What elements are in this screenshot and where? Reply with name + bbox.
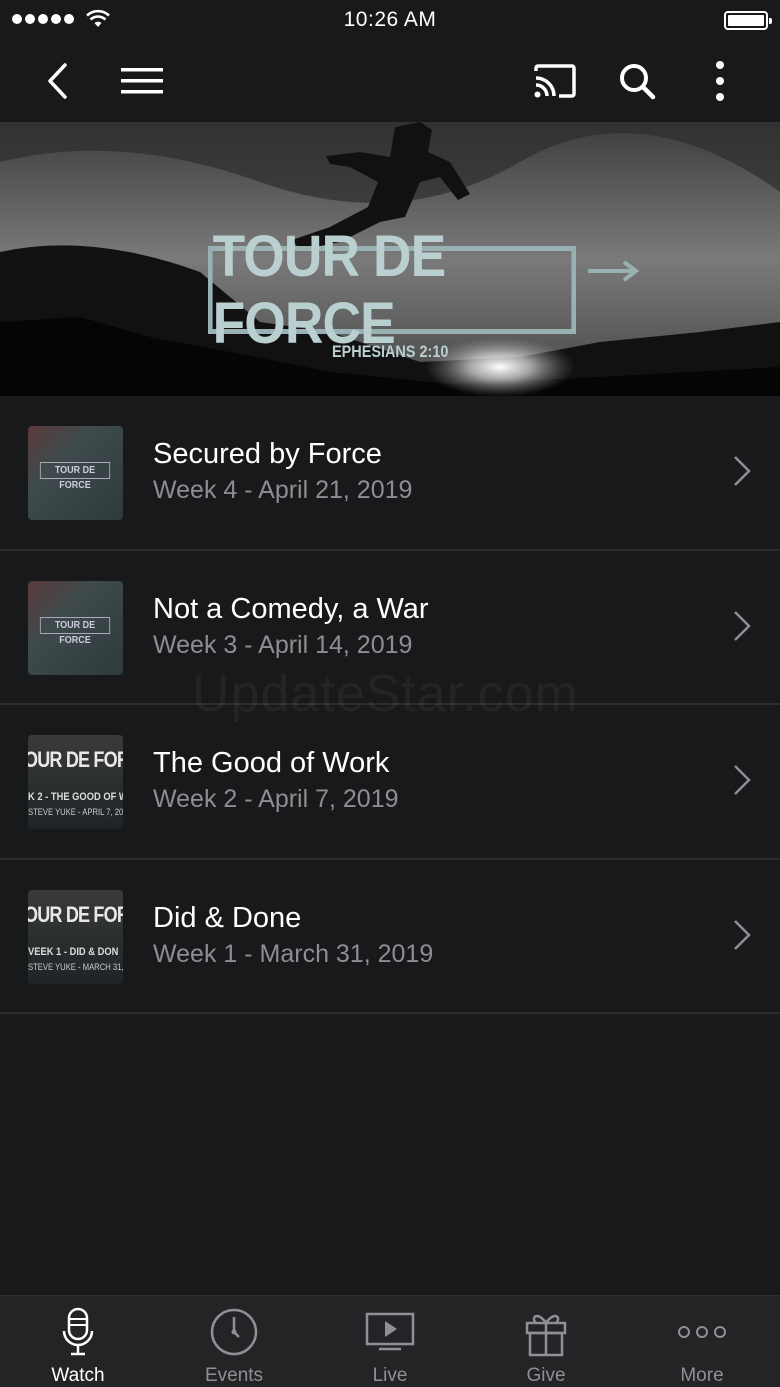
thumbnail-title: TOUR DE FORCE — [39, 462, 111, 491]
menu-button[interactable] — [117, 56, 167, 106]
thumbnail-line: VEEK 1 - DID & DON — [28, 945, 119, 958]
tab-live[interactable]: Live — [312, 1296, 468, 1387]
sermon-thumbnail: TOUR DE FORCE — [28, 580, 123, 675]
watermark: UpdateStar.com — [192, 665, 579, 723]
chevron-right-icon — [734, 610, 751, 641]
tab-label: Events — [204, 1365, 264, 1386]
status-bar: 10:26 AM — [0, 0, 780, 40]
banner-verse: EPHESIANS 2:10 — [332, 342, 449, 361]
tab-label: More — [680, 1365, 724, 1386]
sermon-title: Secured by Force — [153, 438, 382, 470]
thumbnail-line: STEVE YUKE - MARCH 31, 201 — [28, 961, 123, 972]
thumbnail-title: TOUR DE FORCE — [39, 616, 111, 646]
list-item[interactable]: OUR DE FORC K 2 - THE GOOD OF W STEVE YU… — [0, 705, 780, 860]
nav-bar — [0, 40, 780, 122]
sermon-thumbnail: OUR DE FORC K 2 - THE GOOD OF W STEVE YU… — [28, 735, 123, 829]
more-dots-icon — [678, 1325, 726, 1338]
tab-watch[interactable]: Watch — [0, 1296, 156, 1387]
cast-button[interactable] — [530, 56, 580, 106]
back-button[interactable] — [32, 56, 82, 106]
tab-label: Live — [372, 1365, 408, 1386]
chevron-right-icon — [734, 456, 751, 486]
vertical-ellipsis-icon — [716, 61, 724, 101]
microphone-icon — [62, 1307, 94, 1355]
tab-bar: Watch Events Live Give More — [0, 1295, 780, 1387]
tab-more[interactable]: More — [624, 1296, 780, 1387]
sermon-title: The Good of Work — [153, 747, 390, 779]
clock-icon — [210, 1308, 258, 1355]
sermon-date: Week 3 - April 14, 2019 — [153, 630, 413, 659]
sermon-date: Week 1 - March 31, 2019 — [153, 939, 434, 968]
more-options-button[interactable] — [695, 56, 745, 106]
cast-icon — [534, 64, 576, 98]
battery-icon — [724, 11, 772, 30]
play-screen-icon — [365, 1312, 415, 1350]
list-item[interactable]: TOUR DE FORCE Secured by Force Week 4 - … — [0, 396, 780, 551]
chevron-left-icon — [48, 63, 67, 99]
sermon-thumbnail: TOUR DE FORCE — [28, 426, 123, 520]
hamburger-icon — [121, 68, 163, 94]
banner-title: TOUR DE FORCE — [208, 224, 576, 356]
thumbnail-title: OUR DE FORC — [28, 747, 123, 772]
sermon-date: Week 2 - April 7, 2019 — [153, 785, 399, 813]
tab-label: Give — [526, 1365, 566, 1386]
arrow-icon — [588, 260, 640, 282]
tab-events[interactable]: Events — [156, 1296, 312, 1387]
thumbnail-line: K 2 - THE GOOD OF W — [28, 791, 123, 803]
search-icon — [620, 64, 656, 100]
tab-give[interactable]: Give — [468, 1296, 624, 1387]
list-item[interactable]: OUR DE FORC VEEK 1 - DID & DON STEVE YUK… — [0, 859, 780, 1014]
gift-icon — [525, 1314, 567, 1356]
sermon-date: Week 4 - April 21, 2019 — [153, 476, 413, 504]
tab-label: Watch — [51, 1365, 105, 1386]
chevron-right-icon — [734, 765, 751, 795]
sermon-title: Did & Done — [153, 901, 302, 934]
series-banner-image: TOUR DE FORCE EPHESIANS 2:10 — [0, 122, 780, 396]
chevron-right-icon — [734, 919, 751, 950]
thumbnail-line: STEVE YUKE - APRIL 7, 2019 — [28, 807, 123, 817]
thumbnail-title: OUR DE FORC — [28, 901, 123, 927]
sermon-thumbnail: OUR DE FORC VEEK 1 - DID & DON STEVE YUK… — [28, 889, 123, 984]
search-button[interactable] — [612, 56, 662, 106]
sermon-title: Not a Comedy, a War — [153, 592, 429, 625]
status-time: 10:26 AM — [343, 8, 437, 31]
